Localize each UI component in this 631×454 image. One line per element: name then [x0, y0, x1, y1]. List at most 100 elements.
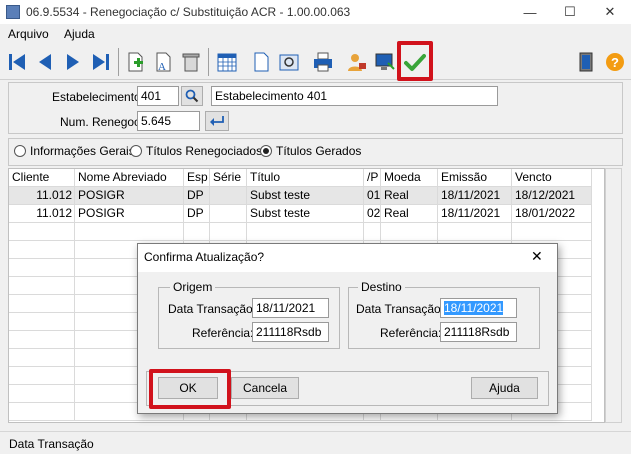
- status-bar: [0, 431, 631, 454]
- renegoc-input[interactable]: 5.645: [137, 111, 200, 131]
- monitor-button[interactable]: [372, 48, 398, 76]
- search-button[interactable]: [181, 86, 203, 106]
- grid-cell[interactable]: DP: [184, 205, 210, 223]
- first-icon: [9, 54, 25, 70]
- enter-button[interactable]: [205, 111, 229, 131]
- next-icon: [67, 54, 79, 70]
- add-icon: [128, 52, 143, 72]
- radio-informacoes-gerais[interactable]: [14, 145, 26, 157]
- radio-titulos-gerados[interactable]: [260, 145, 272, 157]
- app-icon: [6, 5, 20, 19]
- grid-cell[interactable]: 11.012: [9, 205, 75, 223]
- grid-cell[interactable]: Real: [381, 187, 438, 205]
- window-title: 06.9.5534 - Renegociação c/ Substituição…: [26, 5, 351, 19]
- grid-cell[interactable]: Subst teste: [247, 187, 364, 205]
- vertical-scrollbar[interactable]: [605, 168, 622, 423]
- column-header: Título: [247, 169, 364, 187]
- grid-cell[interactable]: [210, 205, 247, 223]
- last-icon: [93, 54, 109, 70]
- previous-record-button[interactable]: [32, 48, 58, 76]
- grid-cell[interactable]: POSIGR: [75, 205, 184, 223]
- delete-icon: [182, 53, 200, 72]
- status-text: Data Transação: [9, 437, 94, 451]
- print-button[interactable]: [310, 48, 336, 76]
- confirm-dialog: Confirma Atualização? ✕ Origem Data Tran…: [137, 243, 558, 414]
- column-header: Cliente: [9, 169, 75, 187]
- dialog-close-button[interactable]: ✕: [531, 248, 543, 265]
- confirm-button[interactable]: [402, 48, 428, 76]
- delete-button[interactable]: [178, 48, 204, 76]
- maximize-button[interactable]: ☐: [550, 0, 590, 24]
- toolbar-separator: [118, 48, 119, 76]
- grid-cell[interactable]: 18/01/2022: [512, 205, 592, 223]
- help-button[interactable]: ?: [602, 48, 628, 76]
- menu-arquivo[interactable]: Arquivo: [8, 27, 49, 41]
- close-button[interactable]: ✕: [590, 0, 630, 24]
- empty-cell: [9, 367, 75, 385]
- menu-ajuda[interactable]: Ajuda: [64, 27, 95, 41]
- calendar-button[interactable]: [214, 48, 240, 76]
- grid-cell[interactable]: 18/11/2021: [438, 187, 512, 205]
- prev-icon: [39, 54, 51, 70]
- estabelecimento-label: Estabelecimento:: [52, 90, 145, 104]
- origem-ref-label: Referência:: [192, 326, 254, 340]
- minimize-button[interactable]: —: [510, 0, 550, 24]
- empty-cell: [247, 223, 364, 241]
- grid-cell[interactable]: [210, 187, 247, 205]
- dialog-title: Confirma Atualização?: [144, 250, 265, 264]
- exit-button[interactable]: [574, 48, 600, 76]
- user-button[interactable]: [344, 48, 370, 76]
- destino-data-selected: 18/11/2021: [444, 301, 504, 315]
- grid-cell[interactable]: 11.012: [9, 187, 75, 205]
- edit-icon: A: [156, 52, 171, 73]
- destino-data-input[interactable]: 18/11/2021: [440, 298, 517, 318]
- column-header: Moeda: [381, 169, 438, 187]
- destino-ref-input[interactable]: 211118Rsdb: [440, 322, 517, 342]
- edit-button[interactable]: A: [150, 48, 176, 76]
- empty-cell: [9, 259, 75, 277]
- zoom-button[interactable]: [276, 48, 302, 76]
- document-button[interactable]: [248, 48, 274, 76]
- svg-text:?: ?: [611, 55, 619, 70]
- column-header: Vencto: [512, 169, 592, 187]
- grid-cell[interactable]: 01: [364, 187, 381, 205]
- empty-cell: [9, 349, 75, 367]
- renegoc-label: Num. Renegoc:: [60, 115, 144, 129]
- first-record-button[interactable]: [4, 48, 30, 76]
- empty-cell: [438, 223, 512, 241]
- last-record-button[interactable]: [88, 48, 114, 76]
- grid-cell[interactable]: Real: [381, 205, 438, 223]
- empty-cell: [9, 385, 75, 403]
- empty-cell: [9, 403, 75, 421]
- grid-cell[interactable]: 18/12/2021: [512, 187, 592, 205]
- checkmark-icon: [404, 54, 426, 71]
- empty-cell: [9, 331, 75, 349]
- help-dialog-button[interactable]: Ajuda: [471, 377, 538, 399]
- empty-cell: [9, 223, 75, 241]
- origem-data-input[interactable]: 18/11/2021: [252, 298, 329, 318]
- estabelecimento-code-input[interactable]: 401: [137, 86, 179, 106]
- enter-icon: [210, 116, 224, 126]
- grid-cell[interactable]: 18/11/2021: [438, 205, 512, 223]
- empty-cell: [75, 223, 184, 241]
- grid-cell[interactable]: DP: [184, 187, 210, 205]
- origem-data-label: Data Transação:: [168, 302, 257, 316]
- user-icon: [348, 54, 366, 71]
- radio-titulos-renegociados[interactable]: [130, 145, 142, 157]
- next-record-button[interactable]: [60, 48, 86, 76]
- grid-cell[interactable]: 02: [364, 205, 381, 223]
- grid-cell[interactable]: POSIGR: [75, 187, 184, 205]
- grid-cell[interactable]: Subst teste: [247, 205, 364, 223]
- cancel-button[interactable]: Cancela: [231, 377, 299, 399]
- monitor-icon: [375, 53, 395, 70]
- calendar-icon: [217, 53, 237, 72]
- column-header: /P: [364, 169, 381, 187]
- origem-ref-input[interactable]: 211118Rsdb: [252, 322, 329, 342]
- empty-cell: [381, 223, 438, 241]
- radio-label: Informações Gerais: [30, 144, 135, 158]
- exit-icon: [579, 52, 593, 72]
- add-button[interactable]: [122, 48, 148, 76]
- empty-cell: [9, 241, 75, 259]
- origem-legend: Origem: [170, 280, 216, 294]
- column-header: Emissão: [438, 169, 512, 187]
